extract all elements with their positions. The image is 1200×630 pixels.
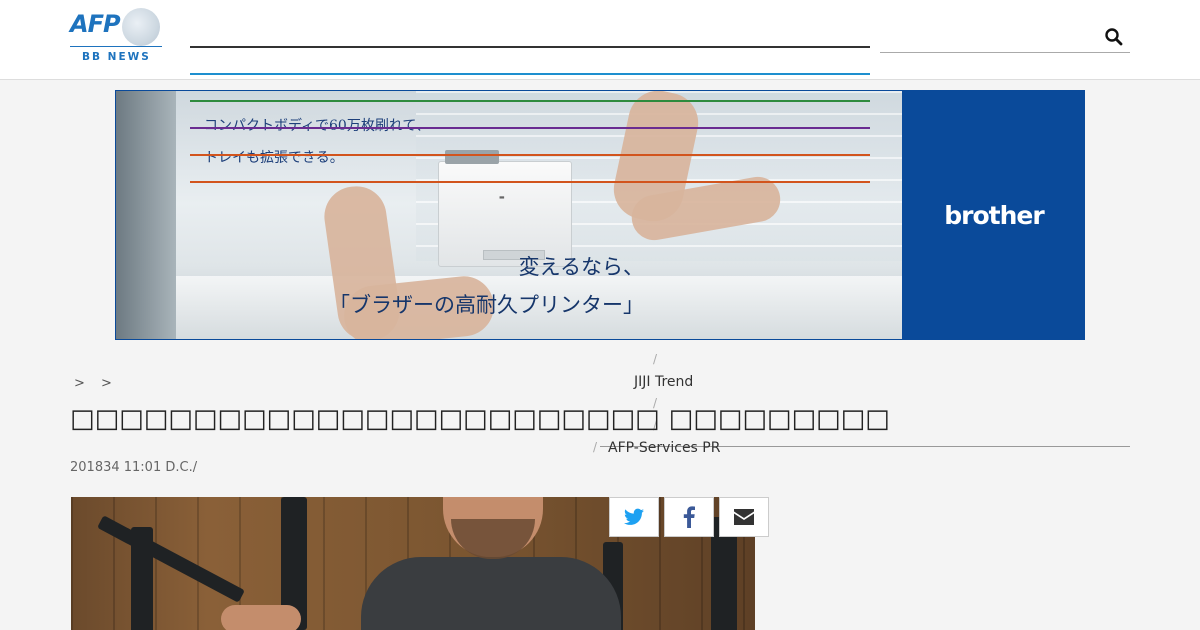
breadcrumb[interactable]: > > — [74, 376, 118, 391]
ad-headline-line2: 「ブラザーの高耐久プリンター」 — [329, 293, 644, 317]
printer-panel — [445, 150, 499, 164]
ad-wall — [116, 91, 176, 339]
ad-copy-line2: トレイも拡張できる。 — [204, 150, 344, 166]
nav-rule-primary — [190, 46, 870, 48]
printer-label: ▬ — [499, 194, 505, 201]
menu-separator: / — [592, 440, 598, 454]
nav-rule-purple — [190, 127, 870, 129]
article-dateline: 201834 11:01 D.C./ — [70, 460, 198, 475]
email-icon — [734, 509, 754, 525]
menu-separator: / — [652, 352, 658, 366]
facebook-share-button[interactable] — [664, 497, 714, 537]
search-input[interactable] — [880, 22, 1130, 53]
nav-rule-green — [190, 100, 870, 102]
afp-bb-news-logo[interactable]: AFP BB NEWS — [70, 8, 162, 66]
logo-subtitle: BB NEWS — [82, 51, 151, 63]
twitter-share-button[interactable] — [609, 497, 659, 537]
ad-headline-line1: 変えるなら、 — [518, 255, 644, 279]
ad-brand-logo: brother — [944, 201, 1044, 230]
menu-item-jiji-trend[interactable]: JIJI Trend — [634, 374, 693, 390]
nav-rule-orange-2 — [190, 181, 870, 183]
person-shirt — [361, 557, 621, 630]
rifle-image — [131, 527, 153, 630]
menu-item-afp-services-pr[interactable]: AFP-Services PR — [608, 440, 720, 456]
ad-brand-panel: brother — [902, 91, 1084, 339]
nav-rule-blue — [190, 73, 870, 75]
logo-brand: AFP — [70, 10, 121, 38]
site-header: AFP BB NEWS — [0, 0, 1200, 80]
globe-icon — [122, 8, 160, 46]
search-icon[interactable] — [1104, 27, 1124, 47]
nav-rule-orange — [190, 154, 870, 156]
email-share-button[interactable] — [719, 497, 769, 537]
ad-copy-line1: コンパクトボディで60万枚刷れて、 — [204, 118, 430, 134]
twitter-icon — [624, 508, 644, 525]
article-title: □□□□□□□□□□□□□□□□□□□□□□□□ □□□□□□□□□ — [70, 404, 890, 434]
logo-divider — [70, 46, 162, 47]
person-hand — [221, 605, 301, 630]
facebook-icon — [683, 506, 695, 528]
